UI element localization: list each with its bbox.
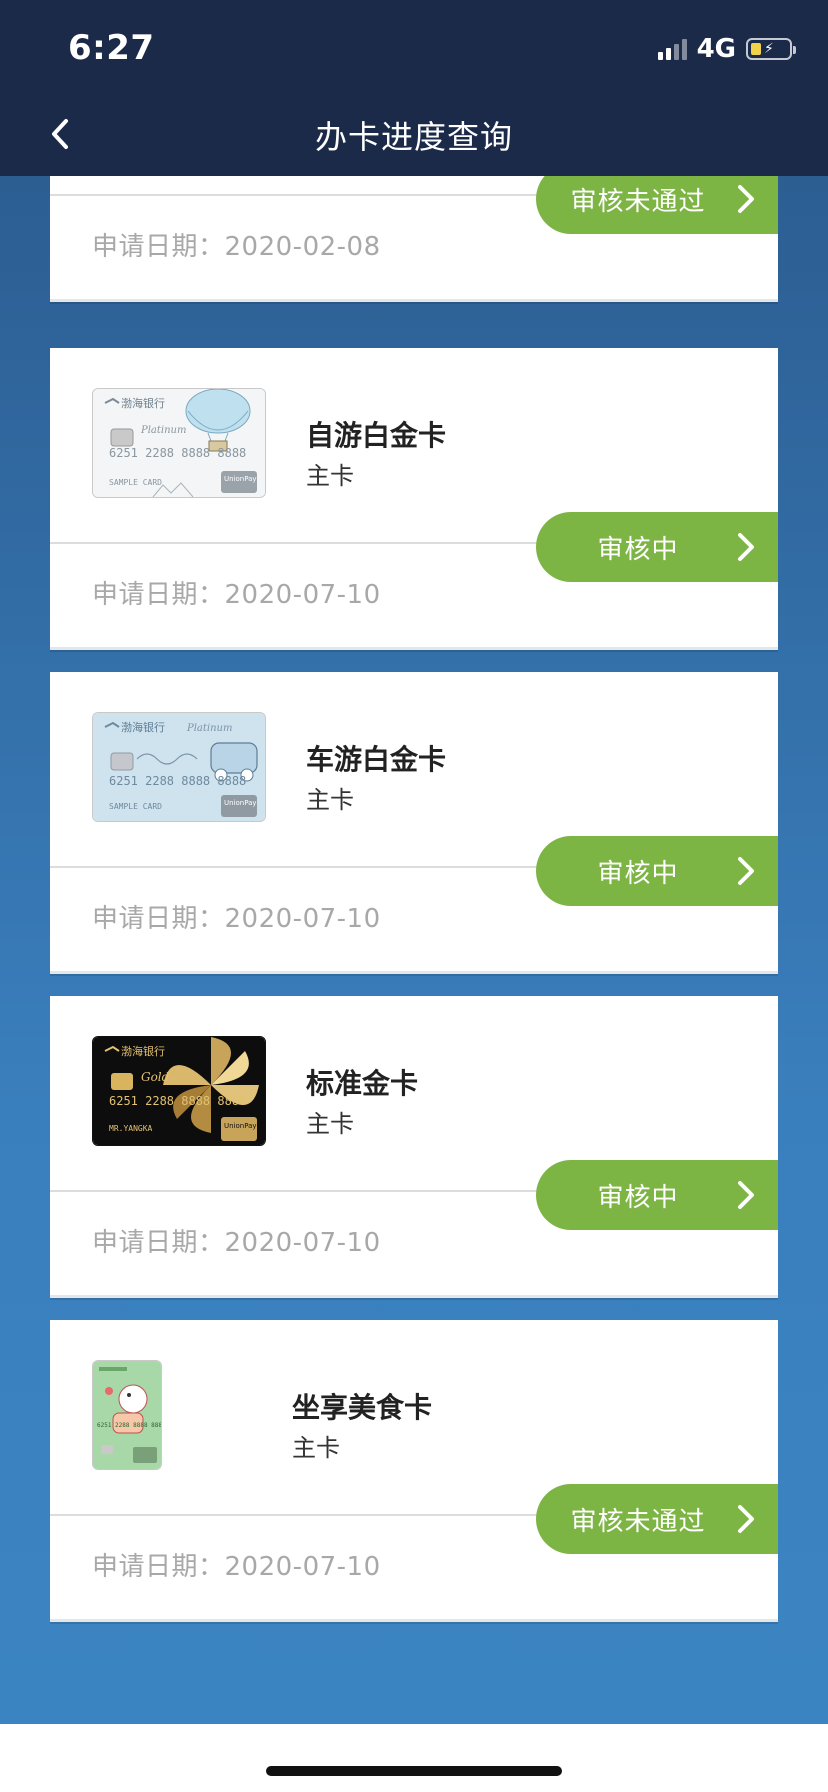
card-divider [50,1190,540,1192]
card-script: Platinum [186,723,232,734]
card-bank-name: 渤海银行 [121,1044,165,1058]
card-script: Platinum [140,425,186,436]
status-label: 审核中 [597,858,679,889]
card-image-gold: 渤海银行 Gold 6251 2288 8888 8888 MR.YANGKA … [92,1036,266,1146]
date-label: 申请日期： [92,580,225,610]
card-sample-text: SAMPLE CARD [109,478,162,487]
card-type: 主卡 [306,1110,354,1138]
status-label: 审核未通过 [570,1506,706,1537]
date-value: 2020-02-08 [224,232,381,262]
status-label: 审核未通过 [570,186,706,217]
network-type: 4G [696,34,736,64]
status-button[interactable]: 审核中 [536,512,778,582]
card-divider [50,866,540,868]
card-name: 自游白金卡 [306,419,447,452]
card-number: 6251 2288 8888 8888 [109,774,246,788]
card-script: Gold [141,1070,170,1084]
application-date: 申请日期：2020-07-10 [92,1222,381,1259]
card-name: 车游白金卡 [306,743,447,776]
header: 6:27 4G ⚡ 办卡进度查询 [0,0,828,176]
application-card[interactable]: 渤海银行 Gold 6251 2288 8888 8888 MR.YANGKA … [50,996,778,1298]
date-label: 申请日期： [92,1552,225,1582]
cellular-signal-icon [657,38,687,60]
nav-bar: 办卡进度查询 [0,96,828,176]
application-date: 申请日期：2020-02-08 [92,226,381,263]
card-sample-text: SAMPLE CARD [109,802,162,811]
card-unionpay: UnionPay [224,799,257,807]
bottom-bar [0,1724,828,1792]
page-title: 办卡进度查询 [314,118,513,156]
application-list[interactable]: 审核未通过 申请日期：2020-02-08 渤海银行 Platinum 6251… [0,176,828,1724]
card-number: 6251 2288 8888 8888 [109,1094,246,1108]
status-button[interactable]: 审核中 [536,836,778,906]
card-holder: MR.YANGKA [109,1124,153,1133]
card-bank-name: 渤海银行 [121,396,165,410]
chevron-right-icon [738,1181,754,1209]
card-bank-name: 渤海银行 [121,720,165,734]
card-unionpay: UnionPay [224,475,257,483]
card-divider [50,1514,540,1516]
status-bar: 6:27 4G ⚡ [0,0,828,96]
date-value: 2020-07-10 [224,1552,381,1582]
chevron-right-icon [738,185,754,213]
status-label: 审核中 [597,1182,679,1213]
chevron-right-icon [738,533,754,561]
chevron-right-icon [738,857,754,885]
date-label: 申请日期： [92,904,225,934]
card-number: 6251 2288 8888 8888 [97,1422,162,1429]
date-label: 申请日期： [92,1228,225,1258]
card-unionpay: UnionPay [224,1122,257,1130]
home-indicator[interactable] [266,1766,562,1776]
status-button[interactable]: 审核未通过 [536,176,778,234]
date-value: 2020-07-10 [224,904,381,934]
card-divider [50,194,540,196]
chevron-right-icon [738,1505,754,1533]
card-type: 主卡 [306,786,354,814]
card-type: 主卡 [306,462,354,490]
card-name: 坐享美食卡 [292,1391,433,1424]
application-date: 申请日期：2020-07-10 [92,898,381,935]
application-card[interactable]: 6251 2288 8888 8888 坐享美食卡 主卡 审核未通过 申请日期：… [50,1320,778,1622]
application-date: 申请日期：2020-07-10 [92,574,381,611]
status-button[interactable]: 审核未通过 [536,1484,778,1554]
date-label: 申请日期： [92,232,225,262]
status-label: 审核中 [597,534,679,565]
date-value: 2020-07-10 [224,580,381,610]
status-button[interactable]: 审核中 [536,1160,778,1230]
card-image-food: 6251 2288 8888 8888 [92,1360,162,1470]
application-card[interactable]: 审核未通过 申请日期：2020-02-08 [50,176,778,302]
card-divider [50,542,540,544]
battery-icon: ⚡ [746,38,796,60]
card-type: 主卡 [292,1434,340,1462]
status-time: 6:27 [68,28,155,68]
application-card[interactable]: 渤海银行 Platinum 6251 2288 8888 8888 SAMPLE… [50,672,778,974]
card-image-platinum-balloon: 渤海银行 Platinum 6251 2288 8888 8888 SAMPLE… [92,388,266,498]
date-value: 2020-07-10 [224,1228,381,1258]
status-icons: 4G ⚡ [657,34,796,64]
application-date: 申请日期：2020-07-10 [92,1546,381,1583]
card-image-platinum-car: 渤海银行 Platinum 6251 2288 8888 8888 SAMPLE… [92,712,266,822]
card-number: 6251 2288 8888 8888 [109,446,246,460]
card-name: 标准金卡 [306,1067,419,1100]
application-card[interactable]: 渤海银行 Platinum 6251 2288 8888 8888 SAMPLE… [50,348,778,650]
